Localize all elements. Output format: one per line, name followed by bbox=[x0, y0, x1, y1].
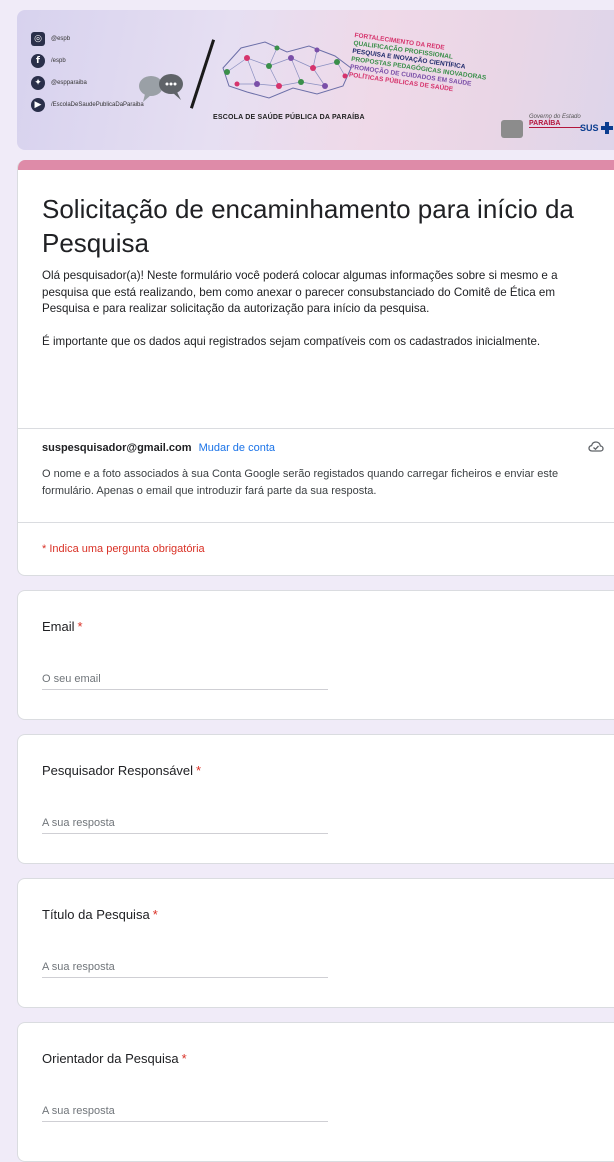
state-network-map-icon bbox=[222, 41, 352, 99]
instagram-icon: ◎ bbox=[31, 32, 45, 46]
social-facebook: f /espb bbox=[31, 50, 144, 72]
question-title: Orientador da Pesquisa bbox=[42, 1051, 179, 1066]
question-title: Pesquisador Responsável bbox=[42, 763, 194, 778]
required-asterisk: * bbox=[196, 763, 202, 778]
youtube-icon: ▶ bbox=[31, 98, 45, 112]
account-row: suspesquisador@gmail.com Mudar de conta bbox=[42, 441, 604, 454]
required-asterisk: * bbox=[181, 1051, 187, 1066]
description-paragraph: É importante que os dados aqui registrad… bbox=[42, 334, 541, 348]
question-card-email: Email * O seu email bbox=[17, 590, 614, 720]
form-title: Solicitação de encaminhamento para iníci… bbox=[42, 194, 574, 258]
social-instagram: ◎ @espb bbox=[31, 28, 144, 50]
accent-bar bbox=[18, 160, 614, 170]
account-note: O nome e a foto associados à sua Conta G… bbox=[42, 468, 559, 497]
divider bbox=[18, 428, 614, 429]
speech-bubbles-icon bbox=[139, 74, 183, 102]
form-header-card: Solicitação de encaminhamento para iníci… bbox=[17, 160, 614, 576]
required-note: * Indica uma pergunta obrigatória bbox=[42, 543, 205, 555]
question-label: Pesquisador Responsável * bbox=[42, 763, 201, 778]
responsible-researcher-input[interactable]: A sua resposta bbox=[42, 813, 328, 834]
required-asterisk: * bbox=[77, 619, 83, 634]
form-description: Olá pesquisador(a)! Neste formulário voc… bbox=[42, 268, 590, 350]
social-youtube: ▶ /EscolaDeSaudePublicaDaParaiba bbox=[31, 94, 144, 116]
switch-account-link[interactable]: Mudar de conta bbox=[199, 442, 275, 454]
social-handle: @espb bbox=[51, 36, 71, 42]
question-card-research-title: Título da Pesquisa * A sua resposta bbox=[17, 878, 614, 1008]
advisor-input[interactable]: A sua resposta bbox=[42, 1101, 328, 1122]
email-input[interactable]: O seu email bbox=[42, 669, 328, 690]
question-card-responsible-researcher: Pesquisador Responsável * A sua resposta bbox=[17, 734, 614, 864]
research-title-input[interactable]: A sua resposta bbox=[42, 957, 328, 978]
divider-slash bbox=[189, 39, 216, 109]
school-name: ESCOLA DE SAÚDE PÚBLICA DA PARAÍBA bbox=[213, 114, 365, 121]
required-asterisk: * bbox=[152, 907, 158, 922]
pillars-list: FORTALECIMENTO DA REDE QUALIFICAÇÃO PROF… bbox=[348, 32, 490, 98]
header-banner: ◎ @espb f /espb ✦ @espparaiba ▶ /EscolaD… bbox=[17, 10, 614, 150]
paraiba-logo: Governo do Estado PARAÍBA bbox=[529, 114, 581, 128]
social-handle: @espparaiba bbox=[51, 80, 87, 86]
question-title: Email bbox=[42, 619, 75, 634]
question-label: Título da Pesquisa * bbox=[42, 907, 158, 922]
sus-logo: SUS bbox=[580, 122, 613, 134]
sus-text: SUS bbox=[580, 123, 599, 133]
question-card-advisor: Orientador da Pesquisa * A sua resposta bbox=[17, 1022, 614, 1162]
account-email: suspesquisador@gmail.com bbox=[42, 442, 192, 454]
question-label: Email * bbox=[42, 619, 83, 634]
question-label: Orientador da Pesquisa * bbox=[42, 1051, 187, 1066]
description-paragraph: Olá pesquisador(a)! Neste formulário voc… bbox=[42, 269, 558, 315]
cloud-saved-icon bbox=[588, 441, 604, 452]
cross-icon bbox=[600, 122, 613, 134]
facebook-icon: f bbox=[31, 54, 45, 68]
twitter-icon: ✦ bbox=[31, 76, 45, 90]
divider bbox=[18, 522, 614, 523]
social-twitter: ✦ @espparaiba bbox=[31, 72, 144, 94]
question-title: Título da Pesquisa bbox=[42, 907, 150, 922]
social-handle: /EscolaDeSaudePublicaDaParaiba bbox=[51, 102, 144, 108]
social-links: ◎ @espb f /espb ✦ @espparaiba ▶ /EscolaD… bbox=[31, 28, 144, 116]
social-handle: /espb bbox=[51, 58, 66, 64]
state-seal-icon bbox=[501, 120, 523, 138]
state-name: PARAÍBA bbox=[529, 120, 581, 128]
